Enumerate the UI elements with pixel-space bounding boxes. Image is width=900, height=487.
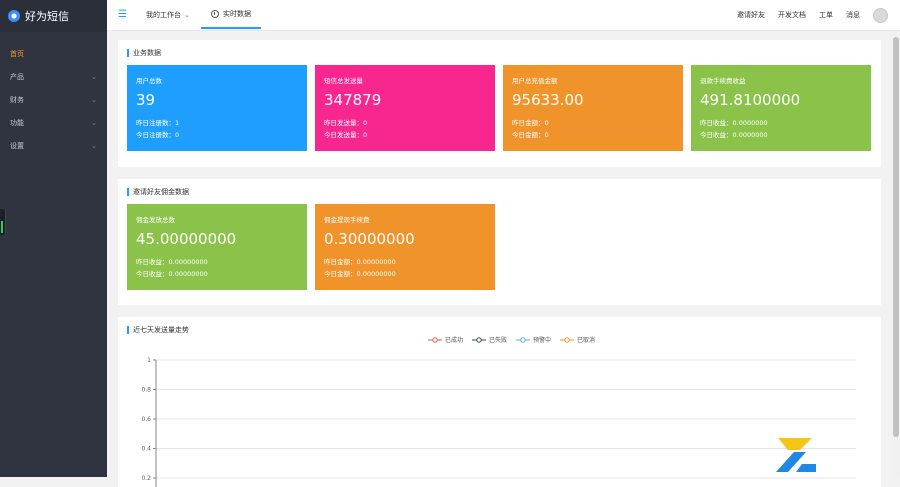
menu-toggle-icon[interactable]: ☰ <box>118 9 127 20</box>
sidebar-item-settings[interactable]: 设置 ⌄ <box>0 134 107 157</box>
chevron-down-icon: ⌄ <box>184 10 190 19</box>
card-sub-today: 今日收益：0.0000000 <box>700 131 768 139</box>
sidebar-item-finance[interactable]: 财务 ⌄ <box>0 88 107 111</box>
sidebar-item-label: 设置 <box>10 141 24 150</box>
tab-workbench[interactable]: 我的工作台 ⌄ <box>146 0 190 29</box>
clock-icon <box>211 9 219 18</box>
business-data-panel: 业务数据 用户总数 39 昨日注册数：1 今日注册数：0 短信总发送量 3478… <box>118 40 881 167</box>
tab-label: 我的工作台 <box>146 10 181 19</box>
stat-card-commission-total: 佣金发放总数 45.00000000 昨日收益：0.00000000 今日收益：… <box>127 204 307 290</box>
logo[interactable]: 好为短信 <box>0 0 107 32</box>
header-actions: 邀请好友 开发文档 工单 消息 <box>737 0 900 30</box>
invite-commission-panel: 邀请好友佣金数据 佣金发放总数 45.00000000 昨日收益：0.00000… <box>118 179 881 305</box>
card-value: 45.00000000 <box>136 230 237 248</box>
chevron-down-icon: ⌄ <box>91 95 97 104</box>
y-tick-label: 0.4 <box>141 446 151 453</box>
sidebar: 好为短信 首页 产品 ⌄ 财务 ⌄ 功能 ⌄ 设置 ⌄ <box>0 0 107 477</box>
stat-card-sms-sent: 短信总发送量 347879 昨日发送量：0 今日发送量：0 <box>315 65 495 151</box>
card-sub-today: 今日金额：0 <box>512 131 549 139</box>
card-sub-yesterday: 昨日发送量：0 <box>324 119 368 127</box>
side-drawer-handle[interactable] <box>0 209 6 235</box>
card-sub-today: 今日注册数：0 <box>136 131 180 139</box>
sending-trend-panel: 近七天发送量走势 已成功 已失败 预警中 已取消 1 0.8 0.6 0.4 0.2 <box>118 317 881 487</box>
card-value: 347879 <box>324 91 382 109</box>
card-title: 用户总充值金额 <box>512 77 558 85</box>
panel-title: 邀请好友佣金数据 <box>127 188 189 196</box>
stat-card-total-users: 用户总数 39 昨日注册数：1 今日注册数：0 <box>127 65 307 151</box>
line-chart: 1 0.8 0.6 0.4 0.2 <box>141 357 856 487</box>
card-sub-today: 今日发送量：0 <box>324 131 368 139</box>
card-title: 佣金提现手续费 <box>324 216 370 224</box>
y-tick-label: 1 <box>147 357 151 364</box>
card-sub-today: 今日金额：0.00000000 <box>324 270 396 278</box>
y-tick-label: 0.6 <box>141 416 151 423</box>
sidebar-item-label: 功能 <box>10 118 24 127</box>
card-sub-yesterday: 昨日收益：0.00000000 <box>136 258 208 266</box>
card-title: 用户总数 <box>136 77 162 85</box>
card-sub-yesterday: 昨日注册数：1 <box>136 119 180 127</box>
stat-card-withdraw-fee: 佣金提现手续费 0.30000000 昨日金额：0.00000000 今日金额：… <box>315 204 495 290</box>
avatar[interactable] <box>873 7 888 23</box>
scrollbar-thumb[interactable] <box>893 37 899 437</box>
sidebar-nav: 首页 产品 ⌄ 财务 ⌄ 功能 ⌄ 设置 ⌄ <box>0 42 107 157</box>
sidebar-item-label: 财务 <box>10 95 24 104</box>
card-sub-yesterday: 昨日收益：0.0000000 <box>700 119 768 127</box>
card-value: 95633.00 <box>512 91 584 109</box>
panel-title: 业务数据 <box>127 49 161 57</box>
top-header: ☰ 我的工作台 ⌄ 实时数据 邀请好友 开发文档 工单 消息 <box>107 0 900 31</box>
stat-card-refund-fee: 退款手续费收益 491.8100000 昨日收益：0.0000000 今日收益：… <box>691 65 871 151</box>
ticket-link[interactable]: 工单 <box>819 10 833 20</box>
tab-label: 实时数据 <box>223 9 251 18</box>
sidebar-item-products[interactable]: 产品 ⌄ <box>0 65 107 88</box>
tab-realtime-data[interactable]: 实时数据 <box>201 0 261 29</box>
card-sub-yesterday: 昨日金额：0 <box>512 119 549 127</box>
chevron-down-icon: ⌄ <box>91 72 97 81</box>
chevron-down-icon: ⌄ <box>91 141 97 150</box>
card-value: 0.30000000 <box>324 230 415 248</box>
stat-card-total-recharge: 用户总充值金额 95633.00 昨日金额：0 今日金额：0 <box>503 65 683 151</box>
watermark-logo-icon <box>776 438 816 472</box>
dev-docs-link[interactable]: 开发文档 <box>778 10 806 20</box>
card-value: 491.8100000 <box>700 91 801 109</box>
card-sub-today: 今日收益：0.00000000 <box>136 270 208 278</box>
chevron-down-icon: ⌄ <box>91 118 97 127</box>
app-name: 好为短信 <box>25 10 69 23</box>
main-content: 业务数据 用户总数 39 昨日注册数：1 今日注册数：0 短信总发送量 3478… <box>107 31 892 487</box>
chat-bubble-icon <box>8 10 20 22</box>
sidebar-item-label: 产品 <box>10 72 24 81</box>
messages-link[interactable]: 消息 <box>846 10 860 20</box>
invite-friends-link[interactable]: 邀请好友 <box>737 10 765 20</box>
y-tick-label: 0.8 <box>141 387 151 394</box>
card-sub-yesterday: 昨日金额：0.00000000 <box>324 258 396 266</box>
card-title: 短信总发送量 <box>324 77 363 85</box>
sidebar-item-home[interactable]: 首页 <box>0 42 107 65</box>
scrollbar[interactable] <box>892 31 900 477</box>
sidebar-item-features[interactable]: 功能 ⌄ <box>0 111 107 134</box>
sidebar-item-label: 首页 <box>10 49 24 58</box>
card-title: 佣金发放总数 <box>136 216 175 224</box>
card-value: 39 <box>136 91 156 109</box>
y-tick-label: 0.2 <box>141 475 151 482</box>
card-title: 退款手续费收益 <box>700 77 746 85</box>
